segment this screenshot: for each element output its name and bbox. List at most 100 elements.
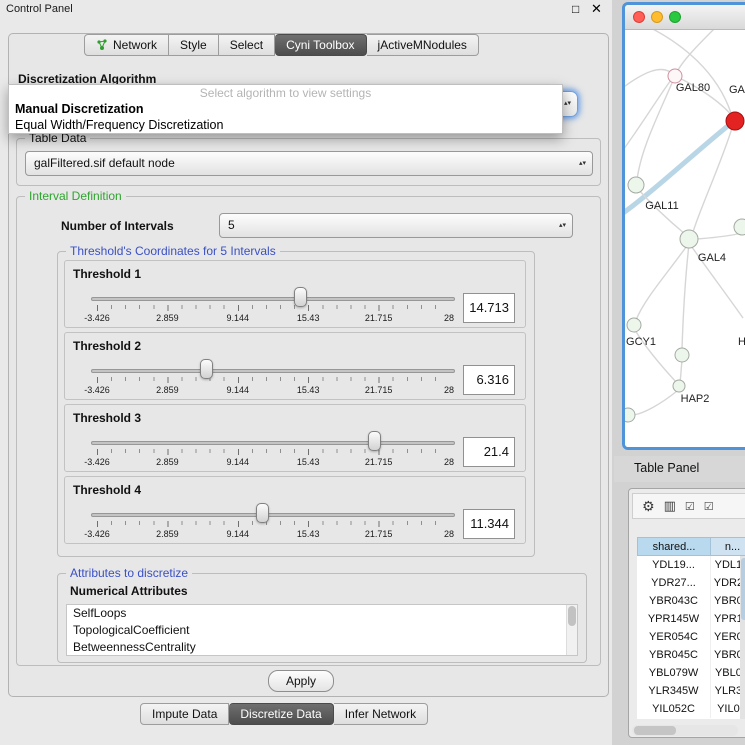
table-row[interactable]: YBR043CYBR0... [637,592,745,610]
tab-style[interactable]: Style [169,34,219,56]
column-header-name[interactable]: n... [711,537,745,556]
tab-infer-network[interactable]: Infer Network [334,703,428,725]
network-node-selected-red[interactable] [726,112,744,130]
tab-discretize-data[interactable]: Discretize Data [229,703,333,725]
table-row[interactable]: YDR27...YDR2... [637,574,745,592]
table-cell-shared-name[interactable]: YDR27... [637,574,711,592]
slider-thumb[interactable] [368,431,381,451]
network-canvas[interactable]: GAL80 GA GAL11 GAL4 GCY1 H HAP2 [625,30,745,447]
stepper-icon[interactable]: ▴▾ [579,161,586,167]
threshold-1-panel: Threshold 1 -3.4262.8599.14415.4321.7152… [64,260,526,328]
threshold-2-value-field[interactable]: 6.316 [463,365,515,395]
table-rows: YDL19...YDL1...YDR27...YDR2...YBR043CYBR… [637,556,745,719]
columns-icon[interactable]: ▥ [664,498,676,514]
tab-cyni-toolbox[interactable]: Cyni Toolbox [275,34,366,56]
slider-track[interactable] [91,441,455,445]
table-row[interactable]: YDL19...YDL1... [637,556,745,574]
control-panel-title: Control Panel [6,3,73,15]
slider-track[interactable] [91,513,455,517]
slider-tick-label: 28 [444,385,454,395]
network-node-gal4[interactable] [680,230,698,248]
dropdown-option-equal-width[interactable]: Equal Width/Frequency Discretization [9,117,562,133]
slider-thumb[interactable] [256,503,269,523]
threshold-1-slider[interactable]: -3.4262.8599.14415.4321.71528 [91,261,455,329]
mac-close-button[interactable] [633,11,645,23]
gear-icon[interactable]: ⚙ [642,498,655,515]
network-edge [625,80,671,158]
network-edge [636,243,689,320]
slider-tick-labels: -3.4262.8599.14415.4321.71528 [97,529,449,541]
list-item[interactable]: BetweennessCentrality [67,639,577,656]
network-node[interactable] [625,408,635,422]
algorithm-dropdown-popup: Select algorithm to view settings Manual… [8,84,563,134]
network-node[interactable] [675,348,689,362]
threshold-1-value-field[interactable]: 14.713 [463,293,515,323]
threshold-3-value-field[interactable]: 21.4 [463,437,515,467]
table-row[interactable]: YLR345WYLR3... [637,682,745,700]
network-node-gal80[interactable] [668,69,682,83]
mac-minimize-button[interactable] [651,11,663,23]
table-cell-shared-name[interactable]: YIL052C [637,700,711,718]
interval-definition-group: Interval Definition Number of Intervals … [16,196,601,666]
dropdown-option-manual-discretization[interactable]: Manual Discretization [9,101,562,117]
table-cell-shared-name[interactable]: YBL079W [637,664,711,682]
tab-select-label: Select [230,38,263,52]
tab-jactivemnodules[interactable]: jActiveMNodules [367,34,479,56]
network-edge [680,361,682,382]
table-cell-shared-name[interactable]: YDL19... [637,556,711,574]
table-row[interactable]: YBL079WYBL0... [637,664,745,682]
list-item[interactable]: TopologicalCoefficient [67,622,577,639]
scrollbar-thumb[interactable] [568,606,576,626]
thresholds-group-title: Threshold's Coordinates for 5 Intervals [66,244,280,258]
table-cell-shared-name[interactable]: YPR145W [637,610,711,628]
slider-tick-label: 2.859 [156,313,179,323]
threshold-4-value-field[interactable]: 11.344 [463,509,515,539]
numerical-attributes-label: Numerical Attributes [70,584,188,598]
threshold-3-slider[interactable]: -3.4262.8599.14415.4321.71528 [91,405,455,473]
table-row[interactable]: YBR045CYBR0... [637,646,745,664]
network-graph: GAL80 GA GAL11 GAL4 GCY1 H HAP2 [625,30,745,447]
slider-track[interactable] [91,369,455,373]
tab-select[interactable]: Select [219,34,275,56]
list-item[interactable]: SelfLoops [67,605,577,622]
checkbox-icon[interactable]: ☑ [685,500,695,513]
slider-thumb[interactable] [294,287,307,307]
slider-track[interactable] [91,297,455,301]
mac-zoom-button[interactable] [669,11,681,23]
network-node[interactable] [734,219,745,235]
table-data-combobox[interactable]: galFiltered.sif default node ▴▾ [25,151,593,176]
network-node-hap2[interactable] [673,380,685,392]
apply-button[interactable]: Apply [268,670,334,692]
table-vertical-scrollbar[interactable] [740,556,745,719]
threshold-2-slider[interactable]: -3.4262.8599.14415.4321.71528 [91,333,455,401]
scrollbar-thumb[interactable] [741,558,745,620]
network-window-titlebar[interactable] [625,5,745,30]
float-window-icon[interactable]: □ [572,2,579,16]
slider-tick-labels: -3.4262.8599.14415.4321.71528 [97,457,449,469]
table-row[interactable]: YER054CYER0... [637,628,745,646]
stepper-icon[interactable]: ▴▾ [564,101,571,107]
close-icon[interactable]: ✕ [591,1,602,17]
table-cell-shared-name[interactable]: YLR345W [637,682,711,700]
scrollbar-thumb[interactable] [634,726,676,735]
stepper-icon[interactable]: ▴▾ [559,223,566,229]
table-cell-shared-name[interactable]: YBR045C [637,646,711,664]
checkbox-icon[interactable]: ☑ [704,500,714,513]
numerical-attributes-list[interactable]: SelfLoops TopologicalCoefficient Between… [66,604,578,656]
column-header-shared-name[interactable]: shared... [637,537,711,556]
threshold-4-slider[interactable]: -3.4262.8599.14415.4321.71528 [91,477,455,545]
tab-impute-data[interactable]: Impute Data [140,703,229,725]
table-cell-shared-name[interactable]: YBR043C [637,592,711,610]
table-row[interactable]: YPR145WYPR1... [637,610,745,628]
table-row[interactable]: YIL052CYIL0... [637,700,745,718]
network-node-gcy1[interactable] [627,318,641,332]
slider-thumb[interactable] [200,359,213,379]
network-node-gal11[interactable] [628,177,644,193]
table-cell-shared-name[interactable]: YER054C [637,628,711,646]
table-horizontal-scrollbar[interactable] [632,725,738,736]
threshold-3-panel: Threshold 3 -3.4262.8599.14415.4321.7152… [64,404,526,472]
table-data-combobox-value: galFiltered.sif default node [34,156,175,170]
list-scrollbar[interactable] [566,605,577,655]
tab-network[interactable]: Network [84,34,169,56]
number-of-intervals-combobox[interactable]: 5 ▴▾ [219,213,573,238]
